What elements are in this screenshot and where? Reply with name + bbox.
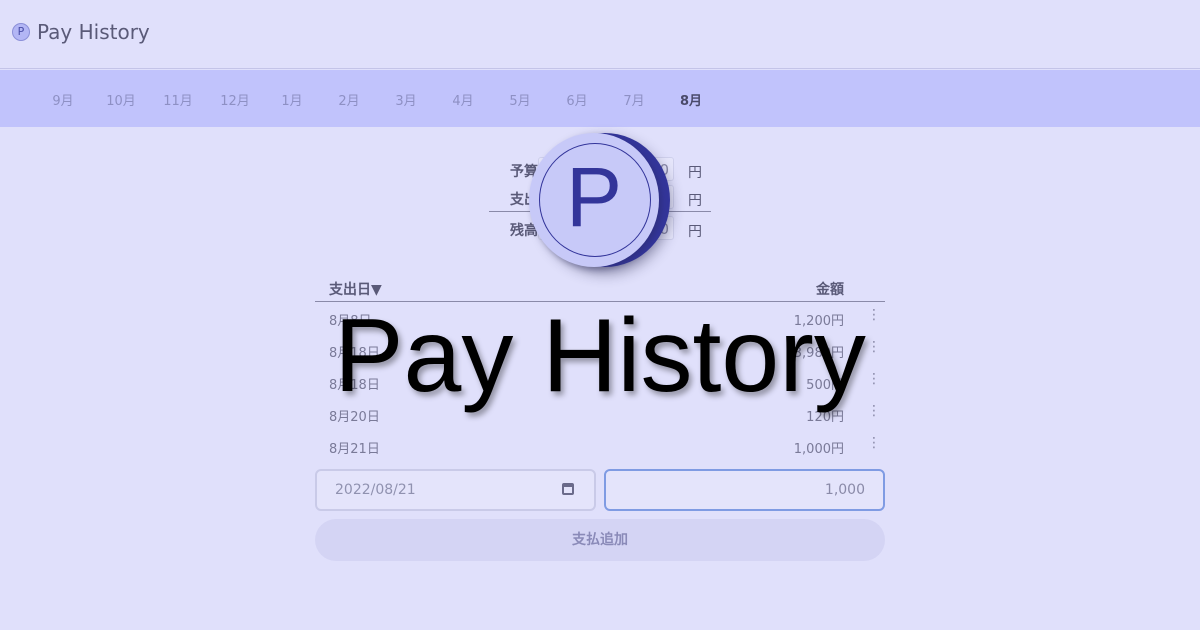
tab-month-5[interactable]: 5月 [500, 90, 540, 109]
payment-date: 8月18日 [329, 346, 380, 361]
app-logo-icon: P [12, 23, 30, 41]
tab-month-8[interactable]: 8月 [671, 90, 711, 109]
payment-row: 8月8日 1,200円 ⋮ [315, 302, 885, 334]
logo-letter: P [565, 150, 623, 244]
payment-list-header: 支出日▼ 金額 [315, 277, 885, 302]
balance-unit: 円 [688, 224, 702, 240]
row-menu-icon[interactable]: ⋮ [867, 339, 881, 355]
tab-month-12[interactable]: 12月 [215, 90, 255, 109]
payment-date: 8月18日 [329, 378, 380, 393]
row-menu-icon[interactable]: ⋮ [867, 307, 881, 323]
spent-unit: 円 [688, 193, 702, 209]
payment-amount: 120円 [806, 410, 844, 425]
payment-row: 8月18日 500円 ⋮ [315, 366, 885, 398]
budget-unit: 円 [688, 165, 702, 181]
tab-month-4[interactable]: 4月 [443, 90, 483, 109]
payment-date: 8月20日 [329, 410, 380, 425]
payment-date: 8月8日 [329, 314, 372, 329]
payment-amount: 3,980円 [793, 346, 844, 361]
row-menu-icon[interactable]: ⋮ [867, 371, 881, 387]
row-menu-icon[interactable]: ⋮ [867, 403, 881, 419]
payment-row: 8月20日 120円 ⋮ [315, 398, 885, 430]
row-menu-icon[interactable]: ⋮ [867, 435, 881, 451]
payment-amount-input[interactable]: 1,000 [604, 469, 885, 511]
payment-row: 8月18日 3,980円 ⋮ [315, 334, 885, 366]
date-column-header[interactable]: 支出日▼ [329, 279, 382, 299]
tab-month-6[interactable]: 6月 [557, 90, 597, 109]
payment-amount: 1,000円 [793, 442, 844, 457]
tab-month-2[interactable]: 2月 [329, 90, 369, 109]
month-tab-bar: 9月 10月 11月 12月 1月 2月 3月 4月 5月 6月 7月 8月 [0, 70, 1200, 127]
add-payment-button[interactable]: 支払追加 [315, 519, 885, 561]
app-header: P Pay History [0, 0, 1200, 69]
tab-month-10[interactable]: 10月 [101, 90, 141, 109]
payment-date-input[interactable]: 2022/08/21 [315, 469, 596, 511]
payment-date: 8月21日 [329, 442, 380, 457]
payment-row: 8月21日 1,000円 ⋮ [315, 430, 885, 462]
date-input-value: 2022/08/21 [335, 482, 416, 498]
amount-column-header: 金額 [816, 282, 844, 298]
app-title: Pay History [37, 20, 150, 44]
tab-month-7[interactable]: 7月 [614, 90, 654, 109]
payment-amount: 500円 [806, 378, 844, 393]
amount-input-value: 1,000 [824, 482, 865, 498]
tab-month-1[interactable]: 1月 [272, 90, 312, 109]
payment-amount: 1,200円 [793, 314, 844, 329]
tab-month-11[interactable]: 11月 [158, 90, 198, 109]
tab-month-3[interactable]: 3月 [386, 90, 426, 109]
calendar-icon[interactable] [562, 483, 574, 495]
tab-month-9[interactable]: 9月 [43, 90, 83, 109]
